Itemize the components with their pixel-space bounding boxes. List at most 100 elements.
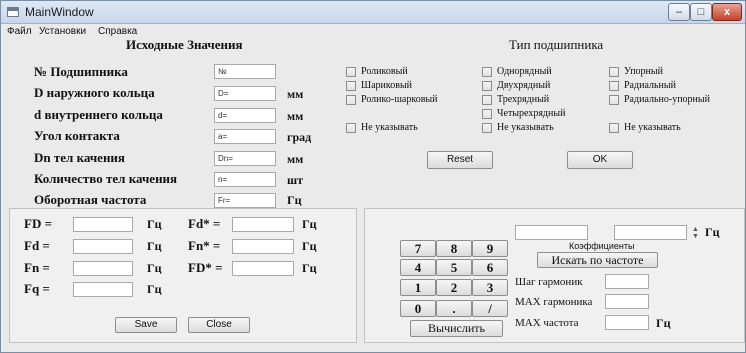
key-6[interactable]: 6 (472, 259, 508, 276)
inner-ring-unit: мм (287, 109, 304, 123)
fd-upper-star-unit: Гц (302, 261, 317, 275)
fn-star-unit: Гц (302, 239, 317, 253)
main-window: MainWindow – □ x Файл Установки Справка … (0, 0, 746, 353)
roller-ball-checkbox[interactable] (346, 95, 356, 105)
coefficient-input-2[interactable] (614, 225, 687, 240)
key-8[interactable]: 8 (436, 240, 472, 257)
triple-row-label: Трехрядный (497, 94, 550, 105)
harmonic-step-label: Шаг гармоник (515, 276, 583, 288)
inner-ring-label: d внутреннего кольца (34, 107, 163, 122)
harmonic-step-input[interactable] (605, 274, 649, 289)
fd-unit: Гц (147, 217, 162, 231)
triple-row-checkbox[interactable] (482, 95, 492, 105)
outer-ring-input[interactable]: D= (214, 86, 276, 101)
close-button[interactable]: Close (188, 317, 250, 333)
key-3[interactable]: 3 (472, 279, 508, 296)
search-by-frequency-button[interactable]: Искать по частоте (537, 252, 658, 268)
rolling-diameter-unit: мм (287, 152, 304, 166)
minimize-button[interactable]: – (668, 3, 690, 21)
rolling-diameter-label: Dn тел качения (34, 150, 125, 165)
fd-lower-input[interactable] (73, 239, 133, 254)
fn-unit: Гц (147, 261, 162, 275)
title-bar[interactable]: MainWindow – □ x (1, 1, 745, 24)
fn-input[interactable] (73, 261, 133, 276)
roller-checkbox[interactable] (346, 67, 356, 77)
double-row-label: Двухрядный (497, 80, 551, 91)
double-row-checkbox[interactable] (482, 81, 492, 91)
reset-button[interactable]: Reset (427, 151, 493, 169)
bearing-number-label: № Подшипника (34, 64, 128, 79)
contact-angle-input[interactable]: a= (214, 129, 276, 144)
fd-input[interactable] (73, 217, 133, 232)
max-frequency-input[interactable] (605, 315, 649, 330)
key-1[interactable]: 1 (400, 279, 436, 296)
col3-unspecified-label: Не указывать (624, 122, 681, 133)
contact-angle-label: Угол контакта (34, 128, 120, 143)
bearing-number-input[interactable]: № (214, 64, 276, 79)
rolling-count-unit: шт (287, 173, 304, 187)
menu-help[interactable]: Справка (98, 26, 137, 37)
col1-unspecified-checkbox[interactable] (346, 123, 356, 133)
menu-bar: Файл Установки Справка (1, 25, 745, 39)
key-4[interactable]: 4 (400, 259, 436, 276)
save-button[interactable]: Save (115, 317, 177, 333)
app-window-icon (7, 7, 19, 17)
window-title: MainWindow (25, 5, 94, 19)
fd-label: FD = (24, 216, 52, 231)
fq-label: Fq = (24, 281, 50, 296)
ok-button[interactable]: OK (567, 151, 633, 169)
roller-ball-label: Ролико-шарковый (361, 94, 438, 105)
fq-unit: Гц (147, 282, 162, 296)
col2-unspecified-label: Не указывать (497, 122, 554, 133)
ball-label: Шариковый (361, 80, 413, 91)
quad-row-checkbox[interactable] (482, 109, 492, 119)
single-row-checkbox[interactable] (482, 67, 492, 77)
fd-upper-star-input[interactable] (232, 261, 294, 276)
menu-settings[interactable]: Установки (39, 26, 86, 37)
thrust-checkbox[interactable] (609, 67, 619, 77)
key-slash[interactable]: / (472, 300, 508, 317)
fn-star-input[interactable] (232, 239, 294, 254)
coefficients-label: Коэффициенты (569, 241, 635, 251)
fd-star-label: Fd* = (188, 216, 221, 231)
ball-checkbox[interactable] (346, 81, 356, 91)
spinner-arrows-icon[interactable]: ▲ ▼ (691, 226, 700, 240)
outer-ring-label: D наружного кольца (34, 85, 155, 100)
radial-thrust-checkbox[interactable] (609, 95, 619, 105)
fd-lower-label: Fd = (24, 238, 50, 253)
radial-checkbox[interactable] (609, 81, 619, 91)
quad-row-label: Четырехрядный (497, 108, 566, 119)
menu-file[interactable]: Файл (7, 26, 32, 37)
close-window-button[interactable]: x (712, 3, 742, 21)
col3-unspecified-checkbox[interactable] (609, 123, 619, 133)
rotation-frequency-unit: Гц (287, 193, 302, 207)
col2-unspecified-checkbox[interactable] (482, 123, 492, 133)
key-0[interactable]: 0 (400, 300, 436, 317)
inner-ring-input[interactable]: d= (214, 108, 276, 123)
spin-unit: Гц (705, 225, 720, 239)
roller-label: Роликовый (361, 66, 408, 77)
calculate-button[interactable]: Вычислить (410, 320, 503, 337)
maximize-button[interactable]: □ (690, 3, 712, 21)
key-2[interactable]: 2 (436, 279, 472, 296)
fq-input[interactable] (73, 282, 133, 297)
rotation-frequency-input[interactable]: Fr= (214, 193, 276, 208)
key-dot[interactable]: . (436, 300, 472, 317)
max-frequency-unit: Гц (656, 316, 671, 330)
max-harmonic-input[interactable] (605, 294, 649, 309)
fd-star-input[interactable] (232, 217, 294, 232)
bearing-type-heading: Тип подшипника (509, 37, 604, 52)
fd-upper-star-label: FD* = (188, 260, 223, 275)
rolling-count-input[interactable]: n= (214, 172, 276, 187)
single-row-label: Однорядный (497, 66, 552, 77)
max-frequency-label: MAX частота (515, 317, 579, 329)
coefficient-input-1[interactable] (515, 225, 588, 240)
fd-star-unit: Гц (302, 217, 317, 231)
outer-ring-unit: мм (287, 87, 304, 101)
key-5[interactable]: 5 (436, 259, 472, 276)
radial-label: Радиальный (624, 80, 676, 91)
key-7[interactable]: 7 (400, 240, 436, 257)
radial-thrust-label: Радиально-упорный (624, 94, 710, 105)
rolling-diameter-input[interactable]: Dn= (214, 151, 276, 166)
key-9[interactable]: 9 (472, 240, 508, 257)
